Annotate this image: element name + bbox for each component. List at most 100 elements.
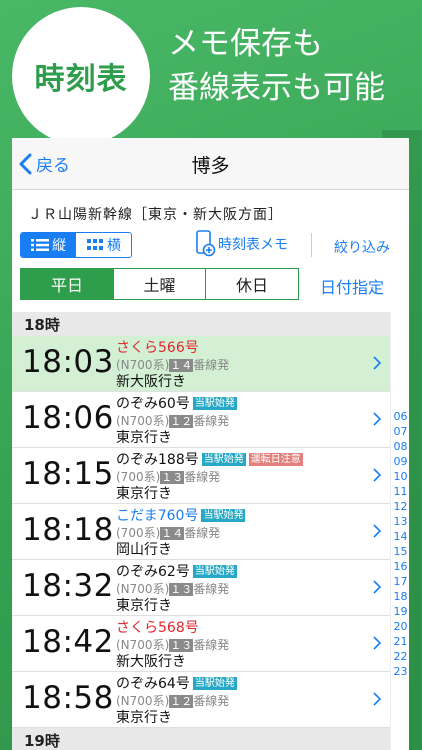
promo-line-2: 番線表示も可能 [168, 70, 385, 106]
timetable-memo-button[interactable]: 時刻表メモ [194, 230, 288, 258]
table-row[interactable]: 18:42 さくら568号 (N700系)１３番線発 新大阪行き [12, 616, 390, 672]
track-suffix: 番線発 [193, 414, 230, 428]
navigation-bar: 戻る 博多 [12, 138, 409, 190]
grid-icon [87, 239, 103, 250]
day-tabs: 平日 土曜 休日 日付指定 [12, 268, 409, 304]
table-row[interactable]: 18:32 のぞみ62号 当駅始発 (N700系)１３番線発 東京行き [12, 560, 390, 616]
tab-holiday[interactable]: 休日 [205, 268, 299, 300]
destination: 新大阪行き [116, 374, 186, 390]
hour-index-item[interactable]: 11 [391, 485, 409, 498]
train-series: (N700系) [116, 638, 170, 652]
chevron-right-icon [373, 636, 382, 650]
tab-saturday[interactable]: 土曜 [113, 268, 206, 300]
destination: 東京行き [116, 486, 172, 502]
vertical-label: 縦 [52, 238, 66, 254]
train-name: のぞみ62号 [116, 564, 190, 580]
date-pick-button[interactable]: 日付指定 [320, 274, 384, 298]
hour-index-item[interactable]: 10 [391, 470, 409, 483]
phone-add-icon [196, 230, 216, 257]
promo-badge: 時刻表 [12, 7, 150, 145]
train-name: のぞみ64号 [116, 676, 190, 692]
hour-index-item[interactable]: 17 [391, 575, 409, 588]
train-series: (N700系) [116, 582, 170, 596]
hour-index-item[interactable]: 08 [391, 440, 409, 453]
toolbar-divider [311, 233, 312, 257]
origin-badge: 当駅始発 [201, 509, 246, 522]
track-number: １２ [169, 695, 194, 708]
line-name: ＪＲ山陽新幹線［東京・新大阪方面］ [28, 207, 283, 223]
train-info: さくら566号 (N700系)１４番線発 新大阪行き [116, 338, 229, 391]
hour-index-item[interactable]: 09 [391, 455, 409, 468]
tab-weekday[interactable]: 平日 [20, 268, 114, 300]
vertical-layout-button[interactable]: 縦 [21, 233, 76, 257]
origin-badge: 当駅始発 [192, 397, 237, 410]
promo-line-1: メモ保存も [168, 26, 323, 62]
list-icon [31, 239, 49, 251]
destination: 新大阪行き [116, 654, 186, 670]
hour-index-item[interactable]: 22 [391, 650, 409, 663]
train-info: こだま760号 当駅始発 (700系)１４番線発 岡山行き [116, 506, 246, 559]
table-row[interactable]: 18:03 さくら566号 (N700系)１４番線発 新大阪行き [12, 336, 390, 392]
hour-index-item[interactable]: 20 [391, 620, 409, 633]
origin-badge: 当駅始発 [192, 677, 237, 690]
chevron-right-icon [373, 356, 382, 370]
track-suffix: 番線発 [193, 358, 230, 372]
train-series: (N700系) [116, 694, 170, 708]
track-number: １２ [169, 415, 194, 428]
departure-time: 18:06 [22, 400, 114, 436]
hour-header-18: 18時 [12, 312, 390, 336]
memo-label: 時刻表メモ [218, 237, 288, 253]
phone-screen: 戻る 博多 ＪＲ山陽新幹線［東京・新大阪方面］ 縦 横 時刻表メモ 絞り込み 平… [12, 138, 409, 750]
destination: 岡山行き [116, 542, 172, 558]
promo-caption: メモ保存も 番線表示も可能 [168, 22, 385, 110]
table-row[interactable]: 18:18 こだま760号 当駅始発 (700系)１４番線発 岡山行き [12, 504, 390, 560]
train-info: のぞみ62号 当駅始発 (N700系)１３番線発 東京行き [116, 562, 237, 615]
train-name: さくら568号 [116, 620, 199, 636]
hour-index-item[interactable]: 21 [391, 635, 409, 648]
horizontal-layout-button[interactable]: 横 [76, 233, 131, 257]
timetable-list[interactable]: 18時 18:03 さくら566号 (N700系)１４番線発 新大阪行き 18:… [12, 312, 390, 750]
hour-index-item[interactable]: 12 [391, 500, 409, 513]
table-row[interactable]: 18:15 のぞみ188号 当駅始発 運転日注意 (700系)１３番線発 東京行き [12, 448, 390, 504]
track-suffix: 番線発 [193, 582, 230, 596]
train-info: のぞみ60号 当駅始発 (N700系)１２番線発 東京行き [116, 394, 237, 447]
hour-index-item[interactable]: 13 [391, 515, 409, 528]
page-title: 博多 [191, 155, 230, 177]
track-suffix: 番線発 [184, 470, 221, 484]
hour-index-item[interactable]: 23 [391, 665, 409, 678]
track-number: １３ [169, 639, 194, 652]
departure-time: 18:32 [22, 568, 114, 604]
train-name: のぞみ188号 [116, 452, 199, 468]
track-suffix: 番線発 [193, 694, 230, 708]
hour-index-item[interactable]: 19 [391, 605, 409, 618]
track-number: １４ [169, 359, 194, 372]
departure-time: 18:42 [22, 624, 114, 660]
train-name: さくら566号 [116, 340, 199, 356]
toolbar: 縦 横 時刻表メモ 絞り込み [12, 230, 409, 266]
hour-index-item[interactable]: 16 [391, 560, 409, 573]
hour-index-item[interactable]: 06 [391, 410, 409, 423]
train-name: のぞみ60号 [116, 396, 190, 412]
train-series: (N700系) [116, 414, 170, 428]
hour-index-item[interactable]: 07 [391, 425, 409, 438]
departure-time: 18:18 [22, 512, 114, 548]
hour-index-item[interactable]: 18 [391, 590, 409, 603]
train-series: (N700系) [116, 358, 170, 372]
table-row[interactable]: 18:06 のぞみ60号 当駅始発 (N700系)１２番線発 東京行き [12, 392, 390, 448]
hour-index-item[interactable]: 15 [391, 545, 409, 558]
destination: 東京行き [116, 710, 172, 726]
layout-segmented-control: 縦 横 [20, 232, 132, 258]
hour-index-item[interactable]: 14 [391, 530, 409, 543]
departure-time: 18:58 [22, 680, 114, 716]
train-info: のぞみ64号 当駅始発 (N700系)１２番線発 東京行き [116, 674, 237, 727]
train-name: こだま760号 [116, 508, 199, 524]
train-series: (700系) [116, 526, 161, 540]
chevron-right-icon [373, 580, 382, 594]
filter-button[interactable]: 絞り込み [334, 237, 390, 257]
promo-badge-text: 時刻表 [34, 62, 128, 97]
track-number: １３ [169, 583, 194, 596]
caution-badge: 運転日注意 [248, 453, 303, 466]
hour-header-19: 19時 [12, 728, 390, 750]
table-row[interactable]: 18:58 のぞみ64号 当駅始発 (N700系)１２番線発 東京行き [12, 672, 390, 728]
track-number: １４ [160, 527, 185, 540]
